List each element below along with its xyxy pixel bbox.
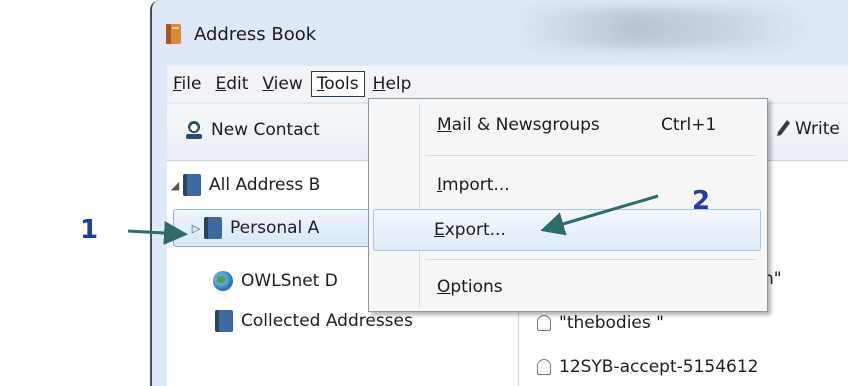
annotation-arrows [127,194,659,245]
arrow-to-export-item [540,194,659,236]
arrow-to-personal-address-book [127,221,188,245]
